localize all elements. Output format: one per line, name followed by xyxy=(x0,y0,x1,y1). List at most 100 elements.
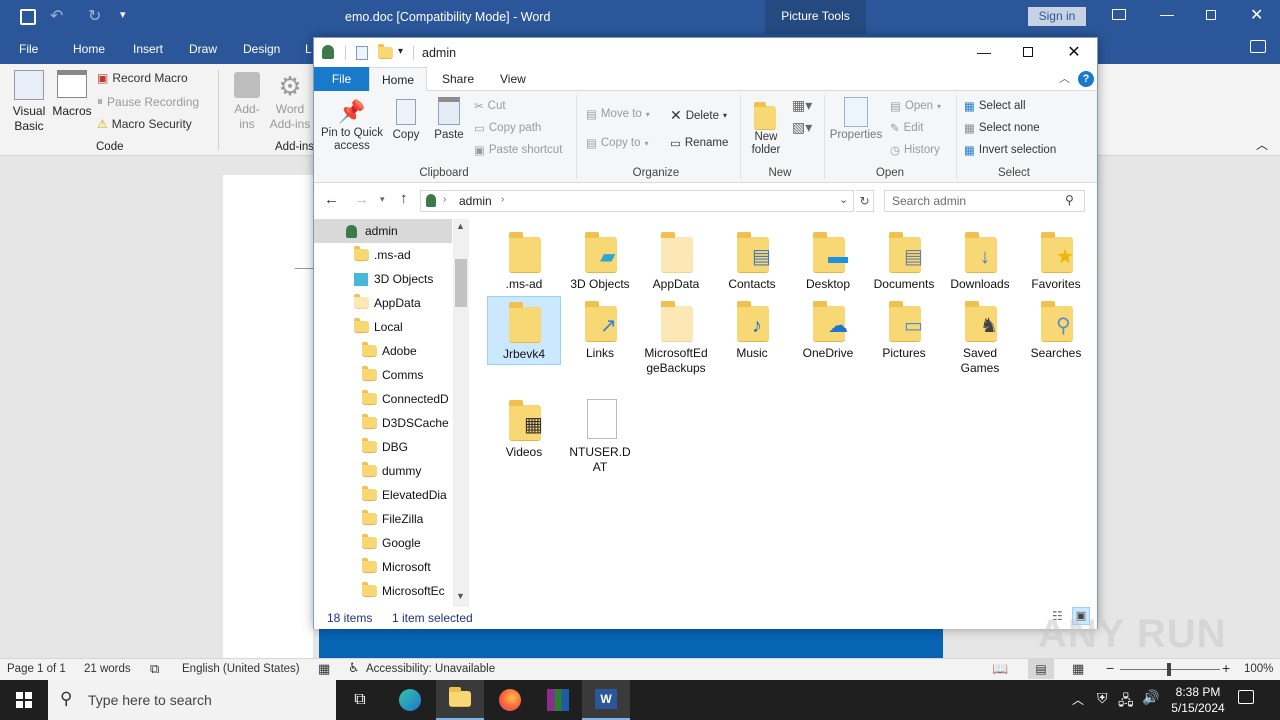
file-item[interactable]: AppData xyxy=(639,227,713,294)
word-minimize-button[interactable]: — xyxy=(1160,6,1174,22)
document-image[interactable] xyxy=(319,629,943,658)
pin-quick-access-button[interactable]: 📌 Pin to Quick access xyxy=(318,97,386,153)
rename-button[interactable]: ▭ Rename xyxy=(670,136,728,150)
copy-button[interactable]: Copy xyxy=(390,97,422,142)
zoom-out-button[interactable]: − xyxy=(1106,660,1114,676)
new-item-icon[interactable]: ▦▾ xyxy=(792,97,812,114)
nav-item[interactable]: Adobe xyxy=(362,339,453,363)
paste-button[interactable]: Paste xyxy=(432,97,466,142)
word-tab-home[interactable]: Home xyxy=(73,42,105,56)
nav-item[interactable]: dummy xyxy=(362,459,453,483)
properties-button[interactable]: Properties xyxy=(828,97,884,142)
nav-item[interactable]: admin xyxy=(346,219,453,243)
nav-item[interactable]: FileZilla xyxy=(362,507,453,531)
file-item[interactable]: ♪ Music xyxy=(715,296,789,363)
web-layout-icon[interactable]: ▦ xyxy=(1072,661,1084,677)
scroll-down-icon[interactable]: ▼ xyxy=(456,591,465,601)
proofing-icon[interactable]: ⧉ xyxy=(150,661,159,677)
select-none-button[interactable]: ▦ Select none xyxy=(964,121,1040,135)
file-item[interactable]: ▭ Pictures xyxy=(867,296,941,363)
task-view-icon[interactable]: ⧉ xyxy=(336,680,384,720)
volume-icon[interactable]: 🔊 xyxy=(1142,689,1159,706)
explorer-tab-file[interactable]: File xyxy=(314,67,369,91)
clock[interactable]: 8:38 PM 5/15/2024 xyxy=(1166,684,1230,716)
nav-item[interactable]: MicrosoftEc xyxy=(362,579,453,603)
visual-basic-button[interactable]: Visual Basic xyxy=(8,70,50,134)
start-button[interactable] xyxy=(0,680,48,720)
zoom-slider[interactable] xyxy=(1120,663,1220,676)
word-tab-layout[interactable]: L xyxy=(305,42,312,56)
word-page[interactable] xyxy=(223,175,313,658)
nav-item[interactable]: 3D Objects xyxy=(354,267,453,291)
easy-access-icon[interactable]: ▧▾ xyxy=(792,119,812,136)
new-folder-qat-icon[interactable] xyxy=(378,44,393,59)
nav-item[interactable]: .ms-ad xyxy=(354,243,453,267)
firefox-icon[interactable] xyxy=(486,680,534,720)
explorer-tab-share[interactable]: Share xyxy=(442,72,474,86)
up-button[interactable]: ↑ xyxy=(400,190,408,207)
word-taskbar-icon[interactable]: W xyxy=(582,680,630,720)
show-hidden-icons[interactable]: ︿ xyxy=(1072,691,1084,708)
taskbar-search[interactable]: ⚲ Type here to search xyxy=(48,680,336,720)
nav-item[interactable]: Microsoft xyxy=(362,555,453,579)
explorer-minimize-button[interactable]: — xyxy=(961,38,1007,67)
word-tab-insert[interactable]: Insert xyxy=(133,42,163,56)
refresh-button[interactable]: ↻ xyxy=(856,190,874,212)
file-item[interactable]: ↗ Links xyxy=(563,296,637,363)
address-bar[interactable]: › admin › ⌄ xyxy=(420,190,854,212)
page-count[interactable]: Page 1 of 1 xyxy=(7,663,66,675)
minimize-ribbon-icon[interactable]: ︿ xyxy=(1059,70,1070,86)
word-tab-draw[interactable]: Draw xyxy=(189,42,217,56)
redo-icon[interactable]: ↻ xyxy=(88,6,101,26)
scroll-up-icon[interactable]: ▲ xyxy=(456,221,465,231)
file-item[interactable]: Jrbevk4 xyxy=(487,296,561,365)
properties-qat-icon[interactable] xyxy=(356,46,368,60)
nav-item[interactable]: Comms xyxy=(362,363,453,387)
explorer-tab-view[interactable]: View xyxy=(500,72,526,86)
word-close-button[interactable]: ✕ xyxy=(1250,5,1263,25)
word-count[interactable]: 21 words xyxy=(84,663,131,675)
nav-item[interactable]: Google xyxy=(362,531,453,555)
macros-button[interactable]: Macros xyxy=(52,70,92,118)
winrar-icon[interactable] xyxy=(534,680,582,720)
macro-record-icon[interactable]: ▦ xyxy=(318,661,330,677)
breadcrumb-admin[interactable]: admin xyxy=(459,194,492,208)
ribbon-display-icon[interactable] xyxy=(1112,9,1126,20)
zoom-slider-thumb[interactable] xyxy=(1167,663,1171,676)
nav-item[interactable]: DBG xyxy=(362,435,453,459)
explorer-maximize-button[interactable] xyxy=(1005,38,1051,67)
word-tab-design[interactable]: Design xyxy=(243,42,280,56)
customize-qat-icon[interactable]: ▾ xyxy=(398,46,403,57)
customize-qat-icon[interactable]: ▾ xyxy=(120,8,126,21)
accessibility-status[interactable]: Accessibility: Unavailable xyxy=(366,663,495,675)
file-item[interactable]: ⚲ Searches xyxy=(1019,296,1093,363)
search-input[interactable]: Search admin xyxy=(892,194,966,208)
file-item[interactable]: ☁ OneDrive xyxy=(791,296,865,363)
read-mode-icon[interactable]: 📖 xyxy=(992,661,1008,677)
undo-icon[interactable]: ↶ xyxy=(50,6,63,26)
save-icon[interactable] xyxy=(20,9,36,25)
record-macro-button[interactable]: ▣ Record Macro xyxy=(97,71,188,85)
copy-to-button[interactable]: ▤ Copy to ▾ xyxy=(586,136,649,150)
copy-path-button[interactable]: ▭ Copy path xyxy=(474,121,541,135)
new-folder-button[interactable]: New folder xyxy=(744,97,788,157)
taskbar-search-input[interactable]: Type here to search xyxy=(88,692,212,708)
nav-scrollbar-thumb[interactable] xyxy=(455,259,467,307)
file-item[interactable]: ★ Favorites xyxy=(1019,227,1093,294)
file-item[interactable]: NTUSER.DAT xyxy=(563,395,637,477)
notifications-icon[interactable] xyxy=(1238,690,1254,704)
word-tab-file[interactable]: File xyxy=(19,42,38,56)
edge-icon[interactable] xyxy=(386,680,434,720)
macro-security-button[interactable]: ⚠ Macro Security xyxy=(97,117,192,131)
back-button[interactable]: ← xyxy=(324,191,339,208)
delete-button[interactable]: ✕ Delete ▾ xyxy=(670,107,727,124)
address-dropdown-icon[interactable]: ⌄ xyxy=(839,193,848,206)
nav-item[interactable]: ElevatedDia xyxy=(362,483,453,507)
nav-item[interactable]: AppData xyxy=(354,291,453,315)
invert-selection-button[interactable]: ▦ Invert selection xyxy=(964,143,1056,157)
pause-recording-button[interactable]: ⏸ Pause Recording xyxy=(97,94,199,109)
file-item[interactable]: ▦ Videos xyxy=(487,395,561,462)
file-item[interactable]: .ms-ad xyxy=(487,227,561,294)
nav-item[interactable]: ConnectedD xyxy=(362,387,453,411)
file-item[interactable]: MicrosoftEdgeBackups xyxy=(639,296,713,378)
